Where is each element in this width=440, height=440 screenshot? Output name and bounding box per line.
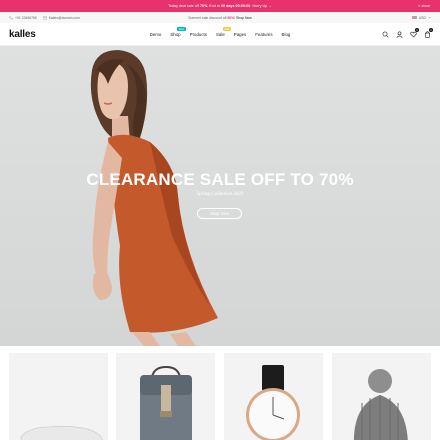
nav-label: Blog: [281, 32, 291, 37]
nav-label: Pages: [233, 32, 247, 37]
nav-blog[interactable]: Blog: [282, 32, 291, 37]
hero-shop-now-button[interactable]: Shop Now: [197, 208, 242, 219]
user-icon: [395, 30, 403, 38]
account-button[interactable]: [395, 30, 403, 38]
promo-close-button[interactable]: × close: [418, 0, 430, 12]
hero-title: CLEARANCE SALE OFF TO 70%: [86, 170, 354, 189]
promo-countdown: 00 days 00:00:00: [220, 4, 251, 8]
hero-banner: CLEARANCE SALE OFF TO 70% Spring Collect…: [0, 46, 440, 346]
nav-label: Shop: [170, 32, 181, 37]
nav-shop[interactable]: Shop New: [170, 27, 186, 37]
sale-badge: Sale: [222, 27, 232, 31]
beanie-image: [353, 369, 408, 440]
product-card-beanie[interactable]: [332, 353, 431, 440]
nav-sale[interactable]: Sale Sale: [215, 27, 232, 37]
info-bar: +01 23456789 Kalles@domain.com Summer sa…: [0, 12, 440, 23]
nav-label: Demo: [149, 32, 162, 37]
summer-text-pre: Summer sale discount off: [188, 15, 228, 20]
nav-features[interactable]: Features: [255, 32, 272, 37]
product-card-backpack[interactable]: [116, 353, 215, 440]
product-card-watch[interactable]: [224, 353, 323, 440]
watch-image: [246, 365, 300, 440]
sneaker-image: [20, 425, 104, 440]
promo-text-pre: Today deal sale off: [168, 4, 200, 8]
main-nav: Demo Shop New Products Sale Sale Pages Fea…: [0, 23, 440, 46]
wishlist-count: 0: [415, 28, 419, 32]
search-button[interactable]: [381, 30, 389, 38]
cart-count: 0: [429, 28, 433, 32]
nav-demo[interactable]: Demo: [150, 32, 162, 37]
summer-sale-notice: Summer sale discount off 50%! Shop Now: [0, 16, 440, 20]
backpack-image: [140, 365, 192, 440]
cart-button[interactable]: 0: [423, 28, 433, 38]
hero-subtitle: Spring Collection 2020: [196, 192, 244, 197]
nav-products[interactable]: Products: [190, 32, 207, 37]
nav-pages[interactable]: Pages: [234, 32, 246, 37]
promo-hurry-link[interactable]: . Hurry Up →: [250, 4, 272, 8]
nav-label: Products: [189, 32, 207, 37]
search-icon: [382, 31, 389, 38]
site-header: kalles Demo Shop New Products Sale Sale Pa…: [0, 23, 440, 46]
product-grid: [0, 346, 440, 440]
wishlist-button[interactable]: 0: [409, 28, 419, 38]
new-badge: New: [177, 27, 186, 31]
nav-label: Features: [255, 32, 273, 37]
promo-bar: Today deal sale off 70%. End in 00 days …: [0, 0, 440, 12]
product-card-sneaker[interactable]: [9, 353, 108, 440]
promo-text-mid: . End in: [207, 4, 221, 8]
nav-label: Sale: [215, 32, 225, 37]
promo-text: Today deal sale off 70%. End in 00 days …: [168, 4, 272, 8]
summer-shop-now-link[interactable]: Shop Now: [236, 16, 252, 20]
page: Today deal sale off 70%. End in 00 days …: [0, 0, 440, 440]
